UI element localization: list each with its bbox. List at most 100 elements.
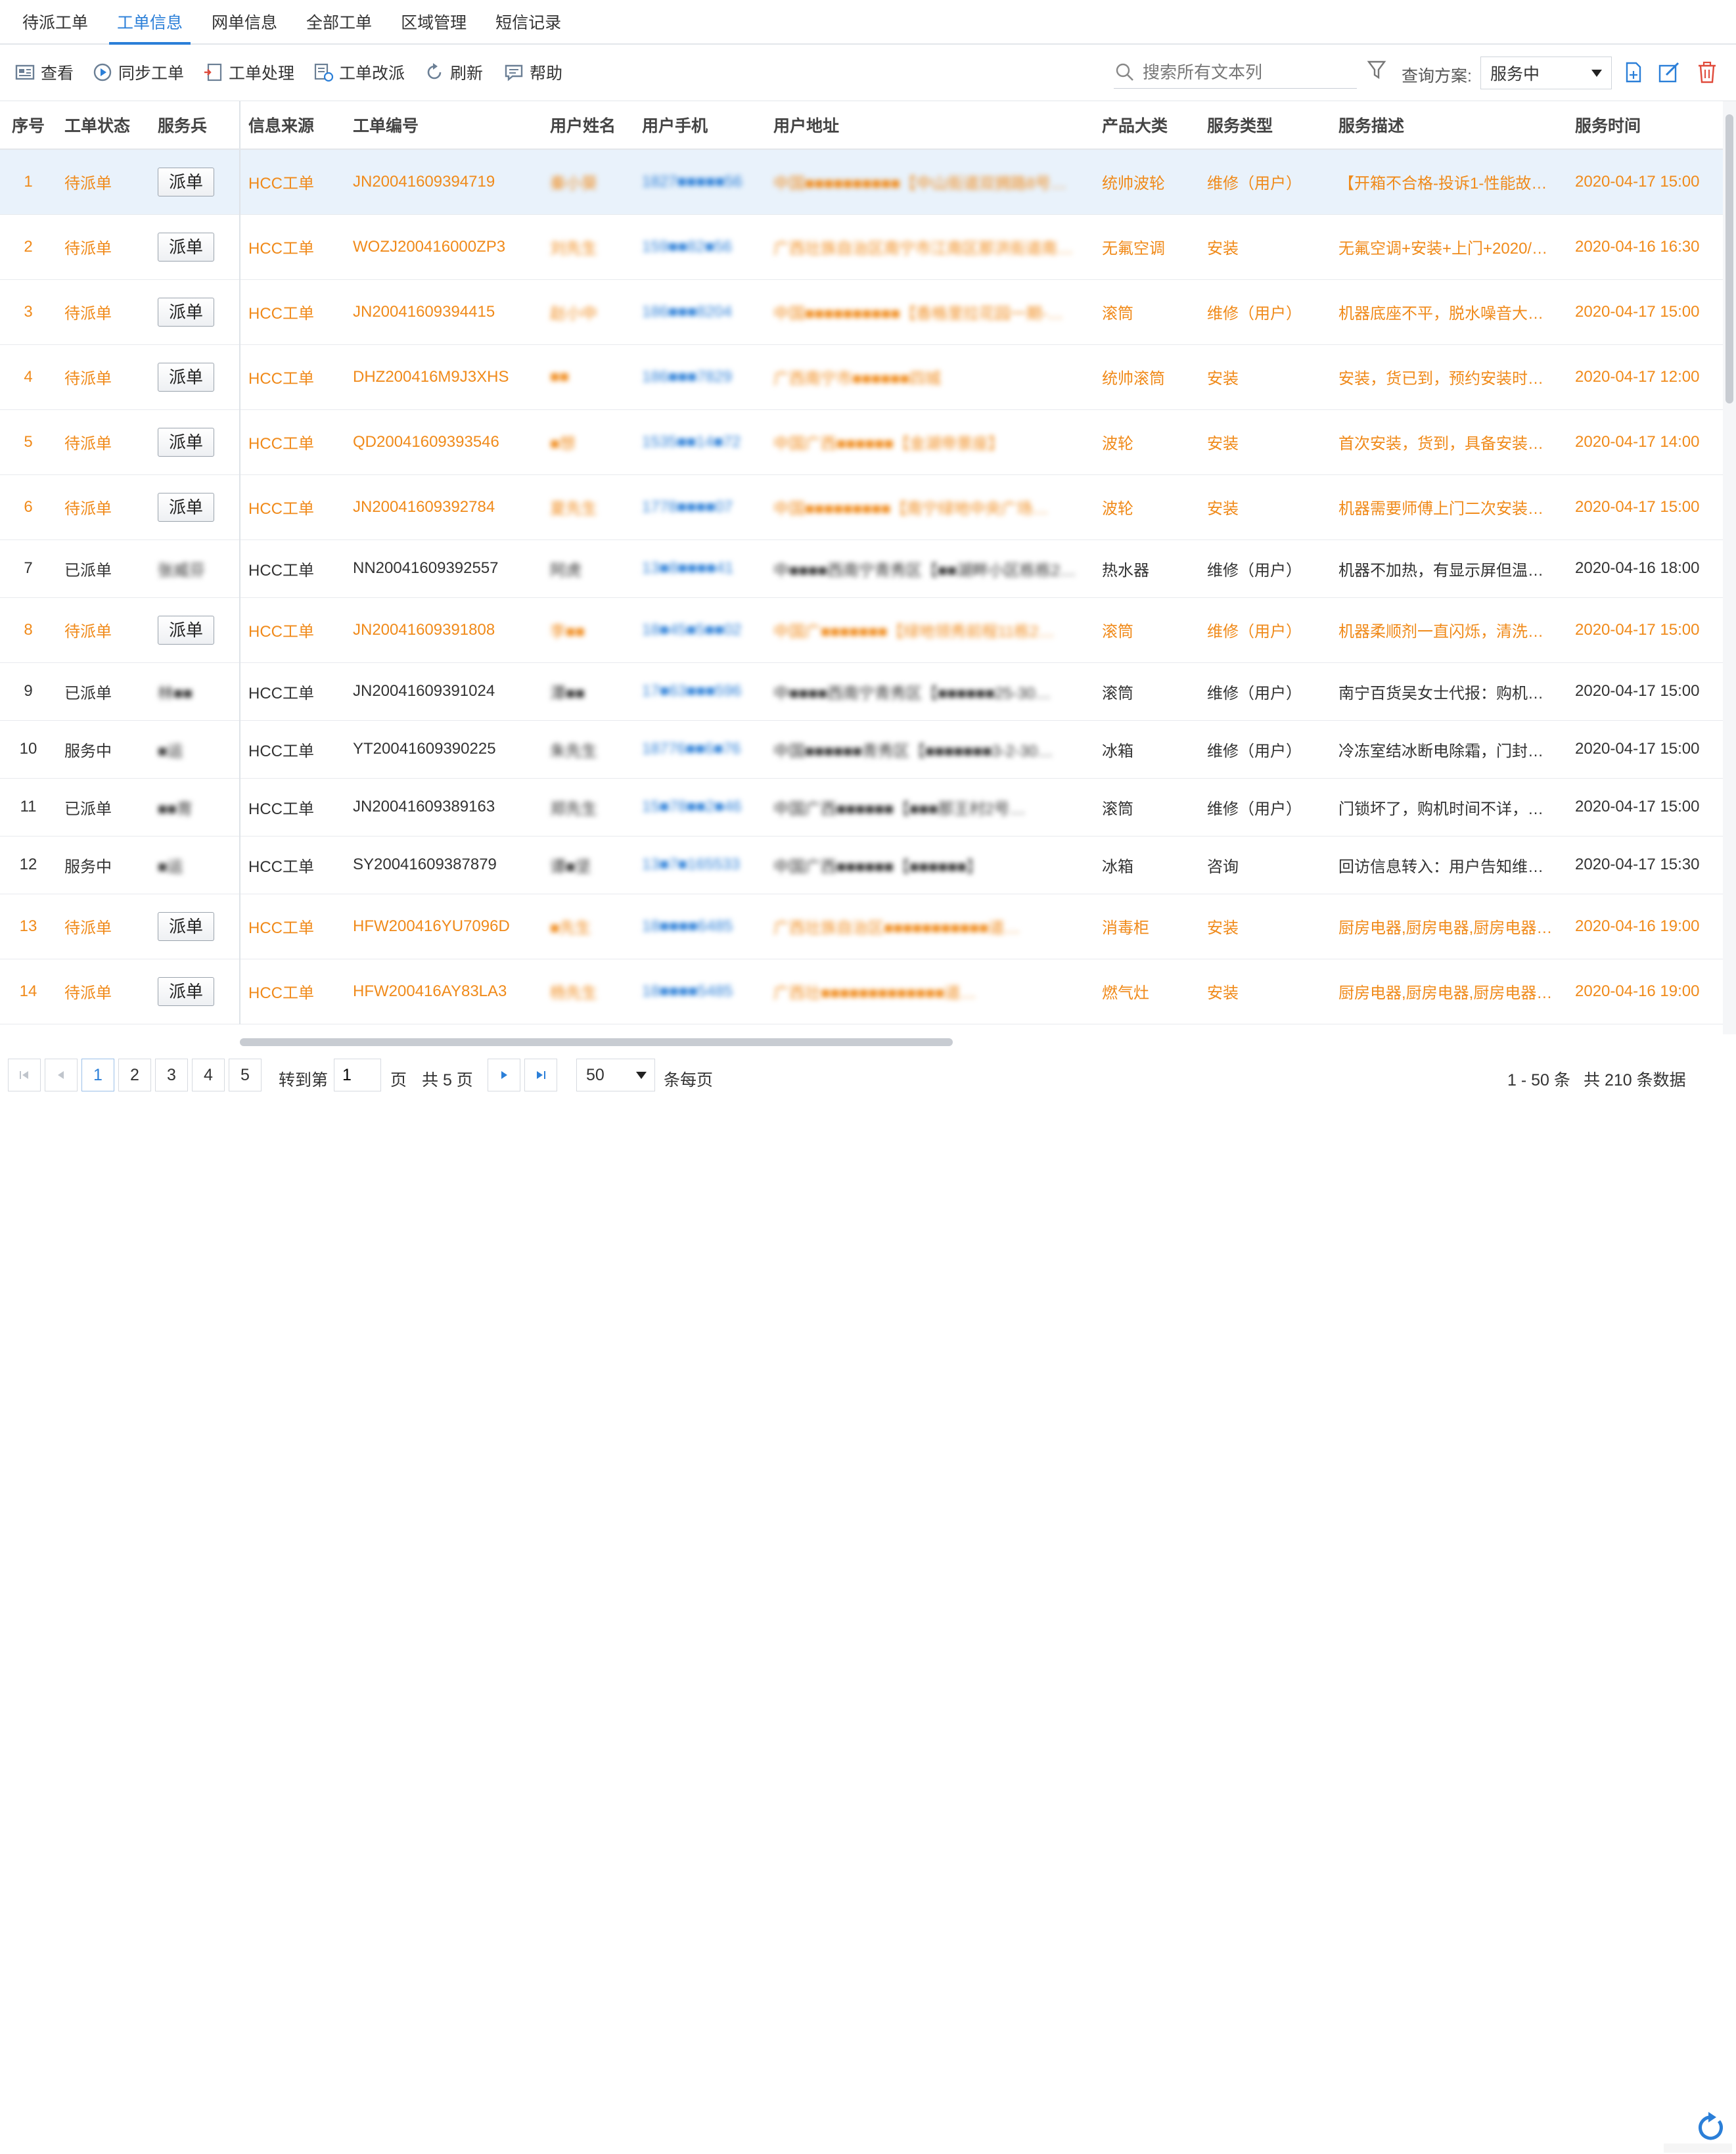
customer-phone-text: 17■63■■■596: [642, 682, 742, 700]
table-row[interactable]: 8 待派单 派单 HCC工单 JN20041609391808 李■■ 18■45■5■■0…: [0, 597, 1723, 663]
page-button[interactable]: 4: [192, 1059, 225, 1091]
column-header[interactable]: 服务兵: [150, 101, 240, 150]
page-button[interactable]: 5: [229, 1059, 262, 1091]
dispatch-button[interactable]: 派单: [158, 911, 214, 941]
dispatch-button[interactable]: 派单: [158, 232, 214, 262]
search-input[interactable]: [1141, 61, 1341, 83]
first-page-button[interactable]: [8, 1059, 41, 1091]
query-scheme-select[interactable]: 服务中: [1480, 57, 1612, 89]
table-row[interactable]: 4 待派单 派单 HCC工单 DHZ200416M9J3XHS ■■ 186■■■7829 广…: [0, 344, 1723, 410]
view-button[interactable]: 查看: [14, 59, 74, 85]
page-button[interactable]: 1: [81, 1059, 114, 1091]
column-header[interactable]: 用户手机: [634, 101, 765, 150]
customer-name: ■先生: [542, 894, 634, 959]
table-row[interactable]: 10 服务中 ■运 HCC工单 YT20041609390225 朱先生 18776■■6■…: [0, 720, 1723, 779]
vertical-scroll-thumb[interactable]: [1725, 114, 1733, 403]
service-description: 南宁百货吴女士代报：购机…: [1331, 662, 1567, 721]
table-row[interactable]: 13 待派单 派单 HCC工单 HFW200416YU7096D ■先生 18■■■■648…: [0, 894, 1723, 959]
service-type: 维修（用户）: [1199, 720, 1331, 779]
first-page-icon: [20, 1071, 28, 1079]
delete-icon[interactable]: [1695, 60, 1719, 84]
tab-order-info[interactable]: 工单信息: [103, 0, 197, 45]
service-staff: 派单: [150, 597, 240, 663]
query-scheme-label: 查询方案:: [1402, 67, 1472, 85]
service-time: 2020-04-17 15:00: [1567, 597, 1723, 663]
dispatch-button[interactable]: 派单: [158, 362, 214, 392]
customer-address-text: 中国■■■■■■■■■【南宁绿地中央广场…: [773, 500, 1049, 518]
order-status-text: 待派单: [64, 305, 112, 323]
tab-region-management[interactable]: 区域管理: [386, 0, 481, 43]
column-header[interactable]: 工单编号: [345, 101, 542, 150]
dispatch-button[interactable]: 派单: [158, 167, 214, 196]
page-button[interactable]: 2: [118, 1059, 151, 1091]
dispatch-button[interactable]: 派单: [158, 427, 214, 457]
customer-address: 广西壮■■■■■■■■■■■■■道…: [765, 959, 1094, 1024]
total-pages-label: 共 5 页: [422, 1071, 473, 1089]
horizontal-scroll-thumb[interactable]: [240, 1038, 953, 1046]
service-type-text: 安装: [1207, 984, 1239, 1002]
filter-icon[interactable]: [1367, 59, 1386, 81]
page-button[interactable]: 3: [155, 1059, 188, 1091]
column-header[interactable]: 信息来源: [240, 101, 345, 150]
column-header[interactable]: 用户地址: [765, 101, 1094, 150]
page-size-select[interactable]: 50: [576, 1059, 655, 1091]
reassign-order-button[interactable]: 工单改派: [313, 59, 405, 85]
table-header-row: 序号 工单状态 服务兵 信息来源 工单编号 用户姓名 用户手机 用户地址 产品大…: [0, 101, 1723, 150]
column-header[interactable]: 用户姓名: [542, 101, 634, 150]
info-source: HCC工单: [240, 778, 345, 836]
prev-page-button[interactable]: [45, 1059, 78, 1091]
refresh-button[interactable]: 刷新: [424, 59, 483, 85]
table-row[interactable]: 6 待派单 派单 HCC工单 JN20041609392784 夏先生 1778■■■■07…: [0, 474, 1723, 540]
table-row[interactable]: 7 已派单 张威芬 HCC工单 NN20041609392557 阿虎 13■8■■■■41…: [0, 539, 1723, 598]
column-header[interactable]: 服务时间: [1567, 101, 1723, 150]
help-button[interactable]: 帮助: [503, 59, 562, 85]
service-description-text: 首次安装，货到，具备安装…: [1338, 435, 1543, 453]
column-header[interactable]: 服务描述: [1331, 101, 1567, 150]
table-row[interactable]: 12 服务中 ■运 HCC工单 SY20041609387879 谭■坚 13■7■1655…: [0, 836, 1723, 894]
tab-sms-records[interactable]: 短信记录: [481, 0, 576, 43]
service-time-text: 2020-04-17 15:00: [1575, 740, 1700, 758]
table-row[interactable]: 3 待派单 派单 HCC工单 JN20041609394415 赵小中 186■■■8204…: [0, 279, 1723, 345]
customer-phone-text: 1827■■■■■56: [642, 172, 742, 191]
order-status: 待派单: [57, 214, 150, 280]
last-page-button[interactable]: [524, 1059, 557, 1091]
export-icon[interactable]: [1622, 60, 1645, 84]
process-order-button[interactable]: 工单处理: [202, 59, 294, 85]
row-index: 5: [0, 409, 57, 475]
service-type: 维修（用户）: [1199, 149, 1331, 215]
order-number-text: DHZ200416M9J3XHS: [353, 367, 509, 386]
edit-icon[interactable]: [1657, 60, 1681, 84]
table-row[interactable]: 1 待派单 派单 HCC工单 JN20041609394719 秦小葵 1827■■■■■5…: [0, 149, 1723, 215]
sync-orders-button[interactable]: 同步工单: [92, 59, 184, 85]
service-type: 维修（用户）: [1199, 279, 1331, 345]
next-page-button[interactable]: [488, 1059, 520, 1091]
dispatch-button[interactable]: 派单: [158, 297, 214, 327]
info-source: HCC工单: [240, 474, 345, 540]
tab-all-orders[interactable]: 全部工单: [292, 0, 386, 43]
info-source-text: HCC工单: [248, 984, 314, 1002]
table-row[interactable]: 11 已派单 ■■育 HCC工单 JN20041609389163 郑先生 15■78■■2…: [0, 778, 1723, 836]
info-source: HCC工单: [240, 539, 345, 598]
table-row[interactable]: 9 已派单 林■■ HCC工单 JN20041609391024 潭■■ 17■63■■■5…: [0, 662, 1723, 721]
dispatch-button[interactable]: 派单: [158, 492, 214, 522]
table-row[interactable]: 14 待派单 派单 HCC工单 HFW200416AY83LA3 杨先生 18■■■■548…: [0, 959, 1723, 1024]
row-index-text: 2: [24, 237, 33, 256]
order-status: 服务中: [57, 836, 150, 894]
column-header[interactable]: 工单状态: [57, 101, 150, 150]
column-header[interactable]: 产品大类: [1094, 101, 1199, 150]
customer-phone: 186■■■7829: [634, 344, 765, 410]
table-row[interactable]: 2 待派单 派单 HCC工单 WOZJ200416000ZP3 刘先生 159■■82■56…: [0, 214, 1723, 280]
vertical-scrollbar[interactable]: [1723, 101, 1736, 1034]
column-header[interactable]: 服务类型: [1199, 101, 1331, 150]
tab-net-orders[interactable]: 网单信息: [197, 0, 292, 43]
table-row[interactable]: 5 待派单 派单 HCC工单 QD20041609393546 ■想 1535■■14■72…: [0, 409, 1723, 475]
column-header[interactable]: 序号: [0, 101, 57, 150]
dispatch-button[interactable]: 派单: [158, 976, 214, 1006]
order-number: JN20041609389163: [345, 778, 542, 836]
tab-pending-orders[interactable]: 待派工单: [8, 0, 103, 43]
goto-page-input[interactable]: [334, 1059, 381, 1091]
row-index-text: 11: [20, 798, 37, 815]
order-number: HFW200416YU7096D: [345, 894, 542, 959]
dispatch-button[interactable]: 派单: [158, 615, 214, 645]
customer-address-text: 中国广■■■■■■■【绿地领秀前程11栋2…: [773, 623, 1055, 641]
